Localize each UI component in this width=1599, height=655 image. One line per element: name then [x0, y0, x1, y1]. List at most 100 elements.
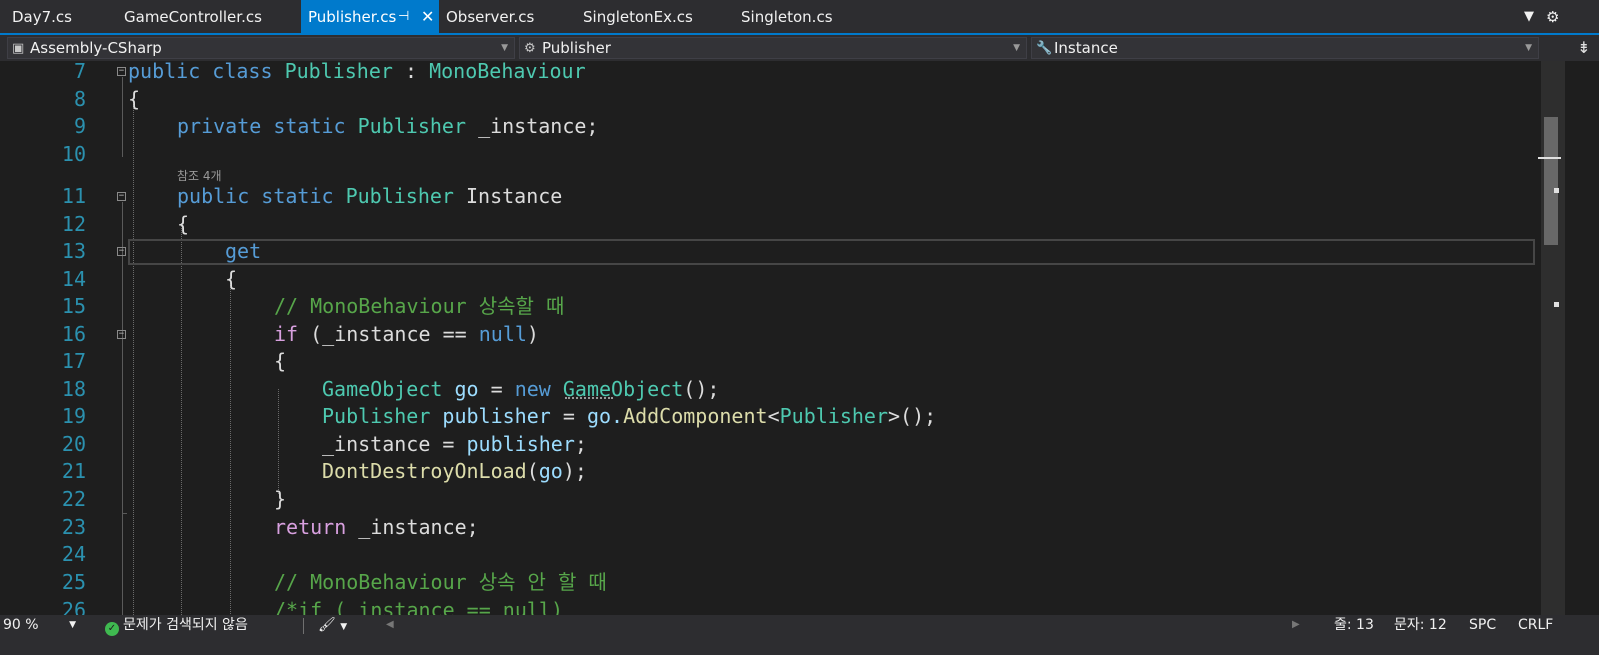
whitespace-indicator[interactable]: SPC [1469, 615, 1496, 635]
token: (_instance == [310, 322, 467, 346]
code-line: DontDestroyOnLoad(go); [322, 457, 587, 485]
token: Publisher [322, 404, 431, 428]
scrollbar-marker [1554, 302, 1559, 307]
current-line-highlight [128, 239, 1535, 265]
token: DontDestroyOnLoad [322, 459, 527, 483]
line-number: 17 [61, 349, 86, 373]
column-indicator[interactable]: 문자: 12 [1394, 615, 1447, 635]
project-icon: ▣ [12, 41, 25, 56]
type-label: Publisher [542, 39, 611, 57]
code-line: } [274, 487, 287, 511]
scroll-right-icon[interactable]: ▶ [1292, 615, 1300, 635]
code-line: public class Publisher : MonoBehaviour [128, 61, 586, 85]
code-line: _instance = publisher; [322, 430, 587, 458]
suggestion-squiggle [565, 397, 613, 399]
chevron-down-icon: ▼ [1525, 43, 1532, 53]
line-number: 16 [61, 322, 86, 346]
token: public [177, 184, 250, 208]
tab-singletonex[interactable]: SingletonEx.cs [583, 0, 733, 33]
collapse-icon[interactable]: − [117, 330, 126, 339]
indent-guide [133, 99, 134, 619]
tab-list-dropdown-icon[interactable]: ▼ [1524, 0, 1534, 33]
line-ending-indicator[interactable]: CRLF [1518, 615, 1553, 635]
token: go [454, 377, 479, 401]
scrollbar-caret-marker [1538, 157, 1561, 159]
line-indicator[interactable]: 줄: 13 [1334, 615, 1374, 635]
scrollbar-thumb[interactable] [1544, 117, 1558, 245]
token: go. [586, 404, 624, 428]
collapse-icon[interactable]: − [117, 192, 126, 201]
chevron-down-icon: ▼ [501, 43, 508, 53]
token: private [177, 114, 262, 138]
pin-icon[interactable]: ⊣ [398, 0, 409, 34]
code-line: GameObject go = new GameObject(); [322, 375, 719, 403]
project-dropdown[interactable]: ▣ Assembly-CSharp ▼ [7, 37, 515, 59]
token: = [562, 404, 575, 428]
token: Publisher [284, 61, 393, 83]
token: public [128, 61, 201, 83]
code-editor[interactable]: 7 8 9 10 11 12 13 14 15 16 17 18 19 20 2… [0, 61, 1572, 627]
token: if [274, 322, 299, 346]
wrench-icon: 🔧 [1036, 41, 1053, 56]
check-circle-icon: ✓ [105, 622, 119, 636]
line-number: 9 [73, 114, 86, 138]
tab-observer[interactable]: Observer.cs [440, 0, 574, 33]
token: Publisher [357, 114, 467, 138]
fold-line [122, 202, 123, 627]
token: AddComponent [623, 404, 768, 428]
code-comment: // MonoBehaviour 상속 안 할 때 [274, 570, 607, 594]
line-number: 20 [61, 432, 86, 456]
tab-label: Singleton.cs [741, 8, 833, 26]
code-comment: // MonoBehaviour 상속할 때 [274, 294, 565, 318]
code-line: get [225, 239, 262, 263]
line-number: 12 [61, 212, 86, 236]
tab-label: Day7.cs [12, 8, 72, 26]
code-line: private static Publisher _instance; [177, 112, 598, 140]
line-number: 15 [61, 294, 86, 318]
token: : [404, 61, 418, 83]
token: ) [526, 322, 539, 346]
issues-indicator[interactable]: ✓ 문제가 검색되지 않음 [105, 615, 248, 636]
project-label: Assembly-CSharp [30, 39, 162, 57]
token: publisher [466, 432, 575, 456]
code-line: { [225, 267, 238, 291]
line-number: 13 [61, 239, 86, 263]
member-dropdown[interactable]: 🔧 Instance ▼ [1031, 37, 1539, 59]
code-cleanup-button[interactable]: 🖌 ▼ [318, 615, 347, 635]
line-number: 22 [61, 487, 86, 511]
split-window-icon[interactable]: ⇟ [1574, 38, 1594, 58]
line-number: 8 [73, 87, 86, 111]
type-dropdown[interactable]: ⚙ Publisher ▼ [519, 37, 1027, 59]
tab-gamecontroller[interactable]: GameController.cs [112, 0, 298, 33]
tab-singleton[interactable]: Singleton.cs [741, 0, 881, 33]
close-icon[interactable]: ✕ [421, 0, 434, 34]
class-icon: ⚙ [524, 41, 536, 56]
line-number: 23 [61, 515, 86, 539]
scroll-left-icon[interactable]: ◀ [386, 615, 394, 635]
token: MonoBehaviour [429, 61, 586, 83]
token: (); [683, 377, 720, 401]
token: go [538, 459, 563, 483]
collapse-icon[interactable]: − [117, 67, 126, 76]
member-label: Instance [1054, 39, 1118, 57]
zoom-dropdown[interactable]: 90 % ▼ [3, 615, 78, 635]
token: Instance [466, 184, 563, 208]
divider [303, 618, 304, 634]
line-number: 11 [61, 184, 86, 208]
tab-publisher[interactable]: Publisher.cs ⊣ ✕ [301, 0, 439, 33]
fold-end-tick [122, 513, 127, 514]
line-number: 21 [61, 459, 86, 483]
gear-icon[interactable]: ⚙ [1546, 0, 1559, 33]
code-line: Publisher publisher = go.AddComponent<Pu… [322, 402, 936, 430]
token: null [478, 322, 527, 346]
code-line: if (_instance == null) [274, 320, 539, 348]
tab-label: GameController.cs [124, 8, 262, 26]
collapse-icon[interactable]: − [117, 247, 126, 256]
chevron-down-icon: ▼ [1013, 43, 1020, 53]
line-number: 14 [61, 267, 86, 291]
token: >(); [887, 404, 937, 428]
tab-day7[interactable]: Day7.cs [0, 0, 110, 33]
tab-label: SingletonEx.cs [583, 8, 693, 26]
fold-line [122, 77, 123, 157]
token: ; [574, 432, 587, 456]
